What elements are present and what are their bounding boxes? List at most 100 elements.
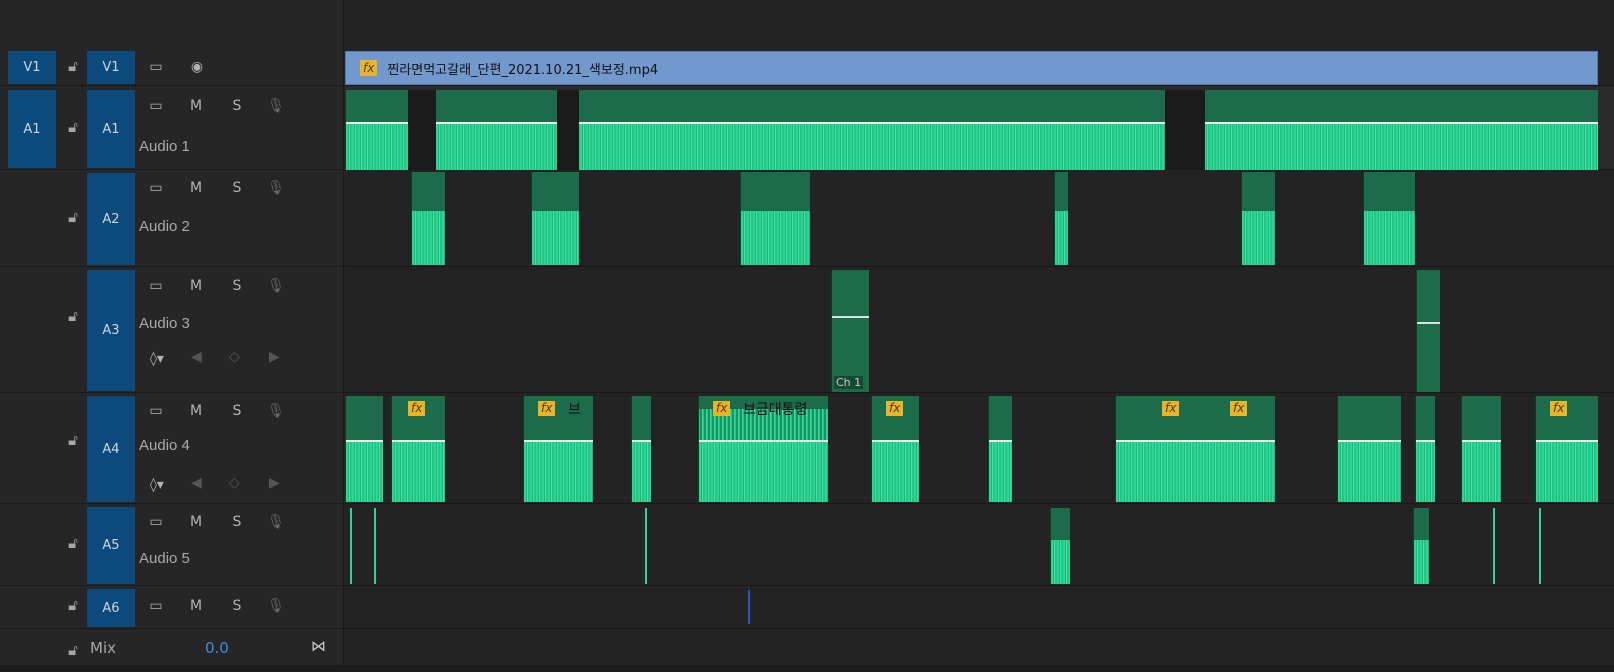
lock-icon[interactable]: 🔓︎: [63, 118, 83, 138]
solo-button[interactable]: S: [227, 178, 247, 198]
audio-clip-a4[interactable]: fx 브금대통령: [698, 396, 828, 502]
video-clip[interactable]: fx 찐라면먹고갈래_단편_2021.10.21_색보정.mp4: [345, 51, 1598, 85]
prev-keyframe-icon[interactable]: ◀: [191, 475, 202, 491]
sync-lock-icon[interactable]: ▭: [146, 276, 166, 296]
audio-clip-a2[interactable]: [1363, 172, 1415, 265]
lock-icon[interactable]: 🔓︎: [63, 307, 83, 327]
lock-icon[interactable]: 🔓︎: [63, 208, 83, 228]
eye-icon[interactable]: ◉: [186, 57, 208, 77]
audio-clip-a5[interactable]: [1539, 508, 1541, 584]
audio-clip-a6[interactable]: [748, 590, 750, 624]
microphone-icon[interactable]: 🎙︎: [266, 512, 286, 532]
track-name-a1[interactable]: Audio 1: [139, 138, 190, 155]
audio-clip-a5[interactable]: [1050, 508, 1070, 584]
track-header-v1: V1 🔓︎ V1 ▭ ◉: [0, 49, 344, 86]
audio-clip-a2[interactable]: [411, 172, 445, 265]
audio-clip-a1[interactable]: [345, 90, 1598, 170]
audio-clip-a5[interactable]: [645, 508, 647, 584]
track-header-a2: 🔓︎ A2 ▭ M S 🎙︎ Audio 2: [0, 170, 344, 267]
audio-clip-a4[interactable]: [1415, 396, 1435, 502]
audio-clip-a4[interactable]: fx: [391, 396, 445, 502]
mix-volume-value[interactable]: 0.0: [205, 639, 229, 657]
lock-icon[interactable]: 🔓︎: [63, 57, 83, 77]
audio-clip-a5[interactable]: [350, 508, 352, 584]
solo-button[interactable]: S: [227, 276, 247, 296]
audio-clip-a4[interactable]: fx 브: [523, 396, 593, 502]
target-track-a2[interactable]: A2: [87, 173, 135, 265]
sync-lock-icon[interactable]: ▭: [146, 57, 166, 77]
microphone-icon[interactable]: 🎙︎: [266, 596, 286, 616]
track-name-a5[interactable]: Audio 5: [139, 550, 190, 567]
horizontal-scrollbar[interactable]: [0, 665, 1614, 672]
microphone-icon[interactable]: 🎙︎: [266, 276, 286, 296]
lock-icon[interactable]: 🔓︎: [63, 641, 83, 661]
audio-clip-a4[interactable]: [345, 396, 383, 502]
mute-button[interactable]: M: [186, 96, 206, 116]
mute-button[interactable]: M: [186, 401, 206, 421]
audio-clip-a4[interactable]: fx: [871, 396, 919, 502]
audio-clip-a5[interactable]: [1493, 508, 1495, 584]
target-track-a4[interactable]: A4: [87, 396, 135, 502]
fx-badge: fx: [1550, 401, 1568, 416]
next-keyframe-icon[interactable]: ▶: [269, 475, 280, 491]
bowtie-icon[interactable]: ⋈: [311, 637, 326, 655]
source-patch-a1[interactable]: A1: [8, 90, 56, 168]
audio-clip-a2[interactable]: [1054, 172, 1068, 265]
microphone-icon[interactable]: 🎙︎: [266, 96, 286, 116]
fx-badge: fx: [360, 60, 378, 76]
fx-badge: fx: [886, 401, 904, 416]
microphone-icon[interactable]: 🎙︎: [266, 178, 286, 198]
next-keyframe-icon[interactable]: ▶: [269, 349, 280, 365]
add-keyframe-icon[interactable]: ◇: [229, 475, 240, 491]
target-track-a1[interactable]: A1: [87, 90, 135, 168]
target-track-a3[interactable]: A3: [87, 270, 135, 391]
lane-a2: [345, 170, 1614, 267]
audio-clip-a3[interactable]: [1416, 270, 1440, 392]
sync-lock-icon[interactable]: ▭: [146, 596, 166, 616]
audio-clip-a2[interactable]: [1241, 172, 1275, 265]
sync-lock-icon[interactable]: ▭: [146, 512, 166, 532]
mute-button[interactable]: M: [186, 276, 206, 296]
solo-button[interactable]: S: [227, 512, 247, 532]
target-track-v1[interactable]: V1: [87, 51, 135, 84]
add-keyframe-icon[interactable]: ◇: [229, 349, 240, 365]
audio-clip-a3[interactable]: Ch 1: [831, 270, 869, 392]
lock-icon[interactable]: 🔓︎: [63, 431, 83, 451]
track-header-a4: 🔓︎ A4 ▭ M S 🎙︎ Audio 4 ◊▾ ◀ ◇ ▶: [0, 393, 344, 504]
solo-button[interactable]: S: [227, 596, 247, 616]
solo-button[interactable]: S: [227, 96, 247, 116]
track-name-a2[interactable]: Audio 2: [139, 218, 190, 235]
fx-badge: fx: [713, 401, 731, 416]
audio-clip-a4[interactable]: [631, 396, 651, 502]
audio-clip-a2[interactable]: [740, 172, 810, 265]
audio-clip-a5[interactable]: [374, 508, 376, 584]
target-track-a6[interactable]: A6: [87, 589, 135, 627]
audio-clip-a2[interactable]: [531, 172, 579, 265]
track-name-a4[interactable]: Audio 4: [139, 437, 190, 454]
audio-clip-a4[interactable]: fx fx: [1115, 396, 1275, 502]
track-name-a3[interactable]: Audio 3: [139, 315, 190, 332]
keyframe-menu-icon[interactable]: ◊▾: [146, 349, 168, 369]
lock-icon[interactable]: 🔓︎: [63, 534, 83, 554]
target-track-a5[interactable]: A5: [87, 507, 135, 584]
video-clip-name: 찐라면먹고갈래_단편_2021.10.21_색보정.mp4: [387, 62, 659, 78]
track-header-a1: A1 🔓︎ A1 ▭ M S 🎙︎ Audio 1: [0, 86, 344, 170]
sync-lock-icon[interactable]: ▭: [146, 96, 166, 116]
microphone-icon[interactable]: 🎙︎: [266, 401, 286, 421]
prev-keyframe-icon[interactable]: ◀: [191, 349, 202, 365]
audio-clip-a5[interactable]: [1413, 508, 1429, 584]
lock-icon[interactable]: 🔓︎: [63, 596, 83, 616]
audio-clip-a4[interactable]: [1461, 396, 1501, 502]
sync-lock-icon[interactable]: ▭: [146, 401, 166, 421]
sync-lock-icon[interactable]: ▭: [146, 178, 166, 198]
audio-clip-a4[interactable]: [1337, 396, 1401, 502]
audio-clip-a4[interactable]: fx: [1535, 396, 1598, 502]
source-patch-v1[interactable]: V1: [8, 51, 56, 84]
keyframe-menu-icon[interactable]: ◊▾: [146, 475, 168, 495]
mute-button[interactable]: M: [186, 178, 206, 198]
lane-a4: fx fx 브 fx 브금대통령 fx fx fx fx: [345, 393, 1614, 504]
audio-clip-a4[interactable]: [988, 396, 1012, 502]
mute-button[interactable]: M: [186, 512, 206, 532]
solo-button[interactable]: S: [227, 401, 247, 421]
mute-button[interactable]: M: [186, 596, 206, 616]
